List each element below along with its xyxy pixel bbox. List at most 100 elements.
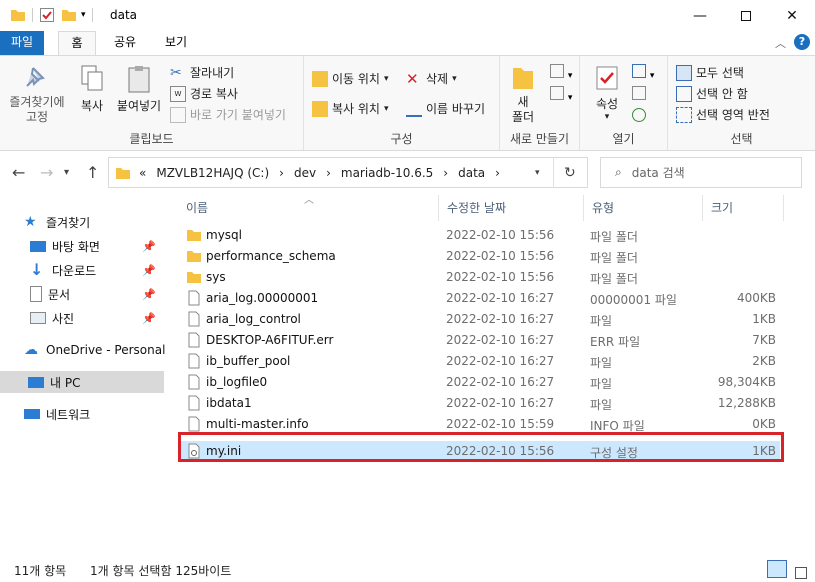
delete-label: 삭제 <box>426 72 449 86</box>
close-button[interactable]: ✕ <box>769 0 815 31</box>
move-to-button[interactable]: 이동 위치 ▾ <box>312 70 389 87</box>
chevron-down-icon: ▾ <box>383 103 389 114</box>
file-row[interactable]: DESKTOP-A6FITUF.err 2022-02-10 16:27 ERR 파… <box>178 330 780 351</box>
open-button[interactable]: ▾ <box>632 64 654 81</box>
breadcrumb-item[interactable]: mariadb-10.6.5 <box>341 166 433 180</box>
new-folder-button[interactable]: 새 폴더 <box>508 64 538 125</box>
up-button[interactable]: ↑ <box>86 163 99 182</box>
breadcrumb-item[interactable]: MZVLB12HAJQ (C:) <box>156 166 269 180</box>
move-folder-icon <box>312 70 328 87</box>
details-view-button[interactable] <box>767 560 787 578</box>
tab-home[interactable]: 홈 <box>58 31 96 55</box>
file-row[interactable]: sys 2022-02-10 15:56 파일 폴더 <box>178 267 780 288</box>
collapse-ribbon-icon[interactable]: ︿ <box>775 35 786 51</box>
breadcrumb-item[interactable]: dev <box>294 166 316 180</box>
copy-to-button[interactable]: 복사 위치 ▾ <box>312 100 389 117</box>
chevron-down-icon: ▾ <box>649 71 655 81</box>
computer-icon <box>28 376 44 388</box>
address-dropdown-icon[interactable]: ▾ <box>535 168 540 178</box>
chevron-right-icon[interactable]: › <box>326 166 331 180</box>
properties-check-icon[interactable] <box>39 7 55 23</box>
new-folder-icon[interactable] <box>61 7 77 23</box>
chevron-down-icon: ▾ <box>567 93 573 103</box>
column-header-name[interactable]: 이름 <box>178 195 438 221</box>
large-icons-button[interactable] <box>792 560 810 579</box>
desktop-icon <box>30 240 46 252</box>
item-count: 11개 항목 <box>14 564 67 578</box>
pin-icon[interactable]: 📌 <box>142 312 156 325</box>
breadcrumb-overflow[interactable]: « <box>139 166 146 180</box>
pin-to-quick-access-button[interactable]: 즐겨찾기에 고정 <box>6 64 68 125</box>
nav-item-pictures[interactable]: 사진 📌 <box>30 307 164 329</box>
nav-network[interactable]: 네트워크 <box>24 403 164 425</box>
easy-access-button[interactable]: ▾ <box>550 86 572 103</box>
copy-button[interactable]: 복사 <box>74 64 110 114</box>
file-row[interactable]: performance_schema 2022-02-10 15:56 파일 폴더 <box>178 246 780 267</box>
file-row[interactable]: mysql 2022-02-10 15:56 파일 폴더 <box>178 225 780 246</box>
back-button[interactable]: ← <box>12 163 25 182</box>
nav-onedrive[interactable]: ☁ OneDrive - Personal <box>24 339 165 361</box>
tab-share[interactable]: 공유 <box>106 31 144 55</box>
column-header-size[interactable]: 크기 <box>703 195 783 221</box>
file-icon <box>186 374 202 390</box>
file-size: 400KB <box>736 291 776 305</box>
cut-button[interactable]: ✂ 잘라내기 <box>170 64 234 81</box>
search-box[interactable]: ⌕ data 검색 <box>600 157 802 188</box>
maximize-button[interactable] <box>723 0 769 31</box>
nav-item-desktop[interactable]: 바탕 화면 📌 <box>30 235 164 257</box>
file-row[interactable]: aria_log.00000001 2022-02-10 16:27 0000000… <box>178 288 780 309</box>
refresh-icon[interactable]: ↻ <box>564 165 576 181</box>
new-item-button[interactable]: ▾ <box>550 64 572 81</box>
arrow-left-icon: ← <box>12 163 26 182</box>
help-icon[interactable]: ? <box>794 34 810 50</box>
nav-this-pc[interactable]: 내 PC <box>0 371 164 393</box>
file-date: 2022-02-10 15:59 <box>446 417 555 431</box>
file-type: 파일 <box>590 398 613 412</box>
folder-icon[interactable] <box>10 7 26 23</box>
file-row[interactable]: ib_buffer_pool 2022-02-10 16:27 파일 2KB <box>178 351 780 372</box>
rename-button[interactable]: 이름 바꾸기 <box>406 100 485 117</box>
download-icon: ↓ <box>30 260 44 279</box>
select-none-icon <box>676 85 692 102</box>
address-bar[interactable]: « MZVLB12HAJQ (C:) › dev › mariadb-10.6.… <box>108 157 588 188</box>
forward-button[interactable]: → <box>40 163 53 182</box>
pin-label: 즐겨찾기에 고정 <box>9 95 65 124</box>
tab-file[interactable]: 파일 <box>0 31 44 55</box>
chevron-right-icon[interactable]: › <box>443 166 448 180</box>
tab-view[interactable]: 보기 <box>156 31 196 55</box>
select-group: 모두 선택 선택 안 함 선택 영역 반전 선택 <box>668 56 815 150</box>
column-divider[interactable] <box>783 195 784 221</box>
file-type: 파일 <box>590 314 613 328</box>
chevron-right-icon[interactable]: › <box>279 166 284 180</box>
column-header-date[interactable]: 수정한 날짜 <box>439 195 583 221</box>
minimize-button[interactable]: — <box>677 0 723 31</box>
file-row[interactable]: aria_log_control 2022-02-10 16:27 파일 1KB <box>178 309 780 330</box>
breadcrumb-item[interactable]: data <box>458 166 485 180</box>
column-header-type[interactable]: 유형 <box>584 195 702 221</box>
new-folder-icon <box>513 68 533 89</box>
copy-path-button[interactable]: W 경로 복사 <box>170 85 238 102</box>
pin-icon[interactable]: 📌 <box>142 264 156 277</box>
file-name: ibdata1 <box>206 396 252 410</box>
history-button[interactable] <box>632 108 646 125</box>
pin-icon[interactable]: 📌 <box>142 240 156 253</box>
nav-quick-access[interactable]: ★ 즐겨찾기 <box>24 211 164 233</box>
select-all-button[interactable]: 모두 선택 <box>676 64 744 81</box>
nav-item-documents[interactable]: 문서 📌 <box>30 283 164 305</box>
paste-button[interactable]: 붙여넣기 <box>114 64 164 114</box>
select-none-button[interactable]: 선택 안 함 <box>676 85 748 102</box>
chevron-right-icon[interactable]: › <box>495 166 500 180</box>
invert-selection-button[interactable]: 선택 영역 반전 <box>676 106 770 123</box>
nav-item-downloads[interactable]: ↓ 다운로드 📌 <box>30 259 164 281</box>
file-row[interactable]: ib_logfile0 2022-02-10 16:27 파일 98,304KB <box>178 372 780 393</box>
properties-button[interactable]: 속성 ▾ <box>590 64 624 122</box>
file-row[interactable]: ibdata1 2022-02-10 16:27 파일 12,288KB <box>178 393 780 414</box>
file-icon <box>186 311 202 327</box>
file-icon <box>186 332 202 348</box>
recent-locations-button[interactable]: ▾ <box>64 167 69 178</box>
pin-icon[interactable]: 📌 <box>142 288 156 301</box>
edit-button[interactable] <box>632 86 646 103</box>
delete-button[interactable]: ✕ 삭제 ▾ <box>406 70 457 87</box>
paste-shortcut-button[interactable]: 바로 가기 붙여넣기 <box>170 106 286 123</box>
customize-qa-icon[interactable]: ▾ <box>81 10 86 20</box>
